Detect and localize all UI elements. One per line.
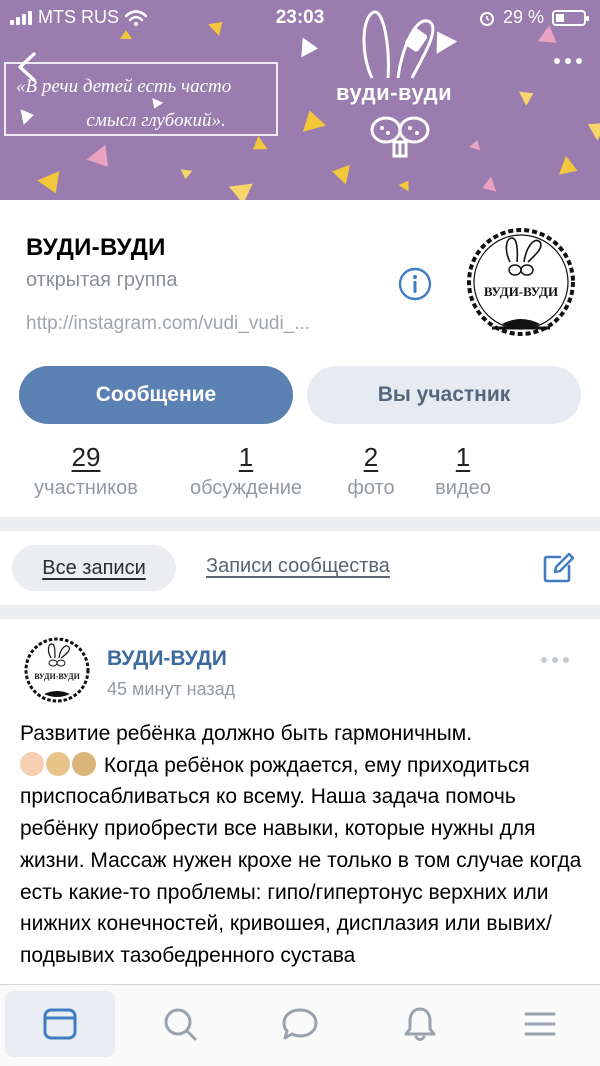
confetti-piece [179,169,193,180]
filter-all-posts[interactable]: Все записи [12,545,176,591]
tab-news[interactable] [5,991,115,1057]
post-more-button[interactable] [541,657,569,663]
section-divider [0,517,600,531]
counter-label: участников [34,477,138,499]
battery-icon [552,9,589,26]
counter-members[interactable]: 29 участников [24,442,148,500]
more-options-button[interactable] [554,58,582,64]
messages-icon [282,1008,318,1040]
girl-emoji-icon [46,751,70,776]
notifications-icon [404,1007,436,1041]
confetti-piece [228,183,256,200]
group-avatar-text: ВУДИ-ВУДИ [484,284,558,299]
counter-label: фото [347,477,395,499]
tab-menu[interactable] [485,991,595,1057]
confetti-piece [559,155,581,181]
alarm-icon [479,11,494,26]
confetti-piece [398,177,414,192]
counter-value: 1 [455,442,471,472]
group-cover: «В речи детей есть часто смысл глубокий»… [0,0,600,200]
tab-bar [0,984,600,1066]
confetti-piece [583,115,600,141]
cover-quote-line1: «В речи детей есть часто [16,76,232,97]
bunny-face-icon [370,116,430,158]
baby-emoji-icon [20,751,44,776]
counter-label: видео [435,477,491,499]
tab-notifications[interactable] [365,991,475,1057]
post-author[interactable]: ВУДИ-ВУДИ [107,647,227,671]
confetti-piece [479,176,497,196]
tab-messages[interactable] [245,991,355,1057]
battery-percent: 29 % [502,7,544,27]
boy-emoji-icon [72,751,96,776]
post-avatar-text: ВУДИ-ВУДИ [34,672,80,681]
confetti-piece [297,107,327,132]
message-button[interactable]: Сообщение [19,366,293,424]
counter-photos[interactable]: 2 фото [340,442,402,500]
confetti-piece [37,171,67,198]
section-divider [0,605,600,619]
confetti-piece [248,136,268,156]
back-button[interactable] [10,50,44,84]
counter-value: 1 [238,442,254,472]
post-text-line1: Развитие ребёнка должно быть гармоничным… [20,722,473,745]
menu-icon [524,1012,556,1036]
confetti-piece [330,161,350,185]
counter-videos[interactable]: 1 видео [428,442,498,500]
post-text-body: Когда ребёнок рождается, ему приходиться… [20,753,582,967]
counter-label: обсуждение [189,477,303,499]
post-text: Развитие ребёнка должно быть гармоничным… [20,718,586,990]
filter-community-posts[interactable]: Записи сообщества [206,555,390,578]
tab-search[interactable] [125,991,235,1057]
info-icon[interactable] [397,266,433,302]
group-avatar[interactable]: ВУДИ-ВУДИ [462,224,580,346]
status-bar: MTS RUS 23:03 29 % [0,0,600,36]
compose-icon[interactable] [540,550,576,586]
post-author-avatar[interactable]: ВУДИ-ВУДИ [22,636,92,708]
group-title: ВУДИ-ВУДИ [26,234,166,261]
counter-value: 29 [71,442,101,472]
group-type: открытая группа [26,269,178,291]
member-button[interactable]: Вы участник [307,366,581,424]
confetti-piece [86,144,118,175]
counter-discussions[interactable]: 1 обсуждение [178,442,314,500]
confetti-piece [519,86,537,106]
confetti-piece [301,37,319,59]
news-icon [43,1008,77,1040]
cover-quote-line2: смысл глубокий». [86,110,226,131]
post-timestamp: 45 минут назад [107,679,236,699]
search-icon [164,1008,197,1041]
cover-quote-frame: «В речи детей есть часто смысл глубокий»… [4,62,278,136]
cover-logo-text: вуди-вуди [336,80,453,105]
confetti-piece [468,138,484,151]
counter-value: 2 [363,442,379,472]
group-link[interactable]: http://instagram.com/vudi_vudi_... [26,313,376,335]
